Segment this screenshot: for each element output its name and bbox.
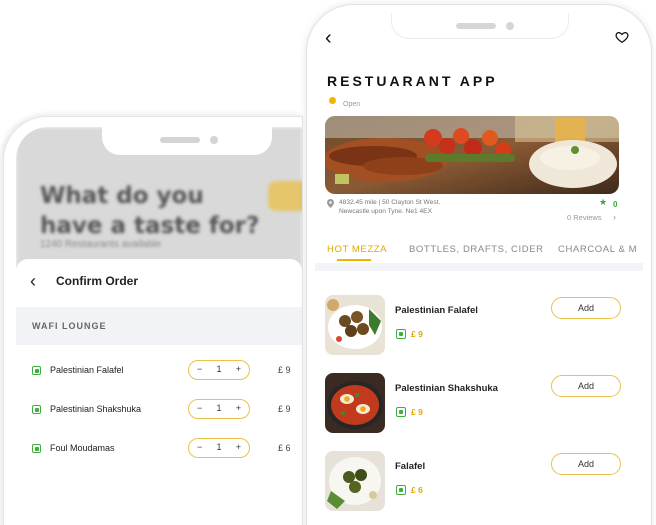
camera <box>506 22 514 30</box>
order-item-name: Palestinian Falafel <box>50 365 124 375</box>
order-row: Palestinian Falafel − 1 + £ 9 <box>16 353 302 392</box>
blurred-headline: What do you have a taste for? <box>40 183 260 239</box>
veg-indicator-icon <box>396 407 406 417</box>
speaker <box>456 23 496 29</box>
open-status-text: Open <box>343 101 361 108</box>
blurred-pill <box>268 181 302 211</box>
open-status-dot <box>329 97 336 104</box>
order-item-name: Palestinian Shakshuka <box>50 404 142 414</box>
order-item-price: £ 9 <box>278 365 291 375</box>
back-arrow-icon[interactable]: ‹ <box>30 271 36 291</box>
increment-button[interactable]: + <box>236 403 241 413</box>
add-button[interactable]: Add <box>551 453 621 475</box>
order-row: Foul Moudamas − 1 + £ 6 <box>16 431 302 470</box>
veg-indicator-icon <box>396 329 406 339</box>
quantity-stepper: − 1 + <box>188 399 250 419</box>
background-phone: What do you have a taste for? 1240 Resta… <box>3 116 303 525</box>
order-row: Palestinian Shakshuka − 1 + £ 9 <box>16 392 302 431</box>
location-pin-icon <box>327 199 334 208</box>
menu-item-name: Falafel <box>395 461 426 472</box>
food-image <box>325 451 385 511</box>
quantity-stepper: − 1 + <box>188 438 250 458</box>
menu-item-price: £ 6 <box>411 485 423 495</box>
veg-indicator-icon <box>396 485 406 495</box>
section-label: WAFI LOUNGE <box>32 321 107 331</box>
sheet-title: Confirm Order <box>56 274 139 288</box>
heart-icon[interactable] <box>615 30 629 44</box>
reviews-link[interactable]: 0 Reviews <box>567 213 602 222</box>
restaurant-screen: ‹ RESTUARANT APP Open 4832.45 mile | 50 … <box>315 13 643 525</box>
restaurant-hero-image <box>325 116 619 194</box>
address-line-1: 4832.45 mile | 50 Clayton St West. <box>339 199 441 206</box>
menu-item-price: £ 9 <box>411 329 423 339</box>
veg-indicator-icon <box>32 366 41 375</box>
chevron-right-icon[interactable]: › <box>613 212 616 222</box>
increment-button[interactable]: + <box>236 442 241 452</box>
foreground-phone: ‹ RESTUARANT APP Open 4832.45 mile | 50 … <box>306 4 652 525</box>
back-arrow-icon[interactable]: ‹ <box>325 27 332 49</box>
menu-item-name: Palestinian Shakshuka <box>395 383 498 394</box>
menu-item-name: Palestinian Falafel <box>395 305 478 316</box>
food-image <box>325 373 385 433</box>
quantity-stepper: − 1 + <box>188 360 250 380</box>
menu-item-price: £ 9 <box>411 407 423 417</box>
address-line-2: Newcastle upon Tyne. Ne1 4EX <box>339 208 432 215</box>
restaurant-section-header: WAFI LOUNGE <box>16 307 302 345</box>
active-tab-indicator <box>337 259 371 261</box>
order-item-name: Foul Moudamas <box>50 443 115 453</box>
tab-hot-mezza[interactable]: HOT MEZZA <box>327 244 387 255</box>
app-title: RESTUARANT APP <box>327 73 498 89</box>
veg-indicator-icon <box>32 444 41 453</box>
phone-notch <box>391 13 569 39</box>
add-button[interactable]: Add <box>551 375 621 397</box>
star-icon: ★ <box>599 197 608 207</box>
restaurant-address: 4832.45 mile | 50 Clayton St West. Newca… <box>339 198 519 216</box>
food-image <box>325 295 385 355</box>
sheet-header: ‹ Confirm Order <box>16 259 302 307</box>
background-phone-screen: What do you have a taste for? 1240 Resta… <box>16 127 302 525</box>
menu-item: Falafel £ 6 Add <box>315 451 643 517</box>
speaker <box>160 137 200 143</box>
menu-item: Palestinian Falafel £ 9 Add <box>315 295 643 361</box>
tab-charcoal[interactable]: CHARCOAL & M <box>558 244 637 255</box>
order-item-price: £ 6 <box>278 443 291 453</box>
add-button[interactable]: Add <box>551 297 621 319</box>
rating-value: 0 <box>613 200 618 209</box>
menu-item: Palestinian Shakshuka £ 9 Add <box>315 373 643 439</box>
confirm-order-sheet: ‹ Confirm Order WAFI LOUNGE Palestinian … <box>16 259 302 525</box>
tab-bottles-drafts-cider[interactable]: BOTTLES, DRAFTS, CIDER <box>409 244 544 255</box>
tabs-divider <box>315 263 643 271</box>
increment-button[interactable]: + <box>236 364 241 374</box>
camera <box>210 136 218 144</box>
order-item-price: £ 9 <box>278 404 291 414</box>
phone-notch <box>102 127 272 155</box>
veg-indicator-icon <box>32 405 41 414</box>
blurred-restaurant-count: 1240 Restaurants available <box>40 239 162 250</box>
